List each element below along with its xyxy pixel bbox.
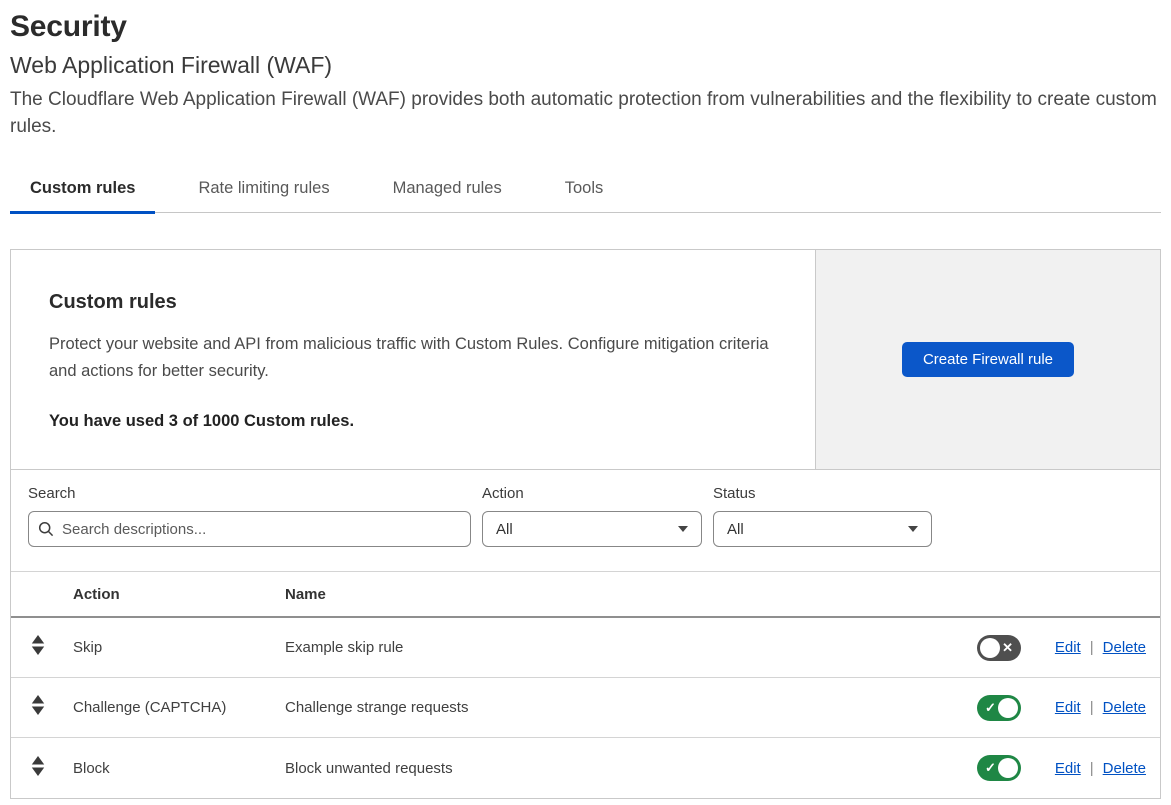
edit-rule-link[interactable]: Edit [1055, 760, 1081, 777]
delete-rule-link[interactable]: Delete [1103, 639, 1146, 656]
usage-summary: You have used 3 of 1000 Custom rules. [49, 412, 355, 430]
status-filter-select[interactable]: All [713, 511, 932, 547]
table-row: Block Block unwanted requests ✓ ✕ Edit |… [11, 738, 1160, 798]
drag-handle-icon[interactable] [31, 755, 45, 777]
search-filter: Search [28, 485, 471, 547]
table-row: Challenge (CAPTCHA) Challenge strange re… [11, 678, 1160, 738]
page-subtitle: Web Application Firewall (WAF) [10, 52, 333, 78]
table-header-row: Action Name [11, 571, 1160, 618]
action-filter-select[interactable]: All [482, 511, 702, 547]
link-separator: | [1089, 639, 1094, 656]
rule-name: Example skip rule [285, 639, 404, 656]
waf-tab-bar: Custom rules Rate limiting rules Managed… [10, 179, 1161, 214]
rule-action: Block [73, 759, 110, 777]
rule-enabled-toggle[interactable]: ✓ ✕ [977, 634, 1021, 661]
status-filter: Status All [713, 485, 932, 547]
tab-rate-limiting-rules[interactable]: Rate limiting rules [178, 179, 349, 212]
chevron-down-icon [908, 526, 918, 532]
search-input-wrap [28, 511, 471, 547]
link-separator: | [1089, 699, 1094, 716]
tab-custom-rules[interactable]: Custom rules [10, 179, 156, 214]
action-filter: Action All [482, 485, 702, 547]
search-label: Search [28, 485, 76, 502]
rule-action: Challenge (CAPTCHA) [73, 699, 227, 716]
table-row: Skip Example skip rule ✓ ✕ Edit | Delete [11, 618, 1160, 678]
cta-panel: Create Firewall rule [815, 250, 1160, 469]
rule-enabled-toggle[interactable]: ✓ ✕ [977, 694, 1021, 721]
column-header-name: Name [285, 585, 326, 603]
link-separator: | [1089, 759, 1094, 777]
edit-rule-link[interactable]: Edit [1055, 639, 1081, 656]
column-header-action: Action [73, 585, 120, 603]
action-filter-label: Action [482, 485, 524, 502]
tab-managed-rules[interactable]: Managed rules [373, 179, 522, 212]
toggle-knob [980, 637, 1000, 658]
page-description: The Cloudflare Web Application Firewall … [10, 89, 1157, 137]
check-icon: ✓ [985, 760, 996, 775]
rule-name: Challenge strange requests [285, 699, 469, 716]
action-filter-value: All [496, 520, 513, 538]
drag-handle-icon[interactable] [31, 694, 45, 716]
drag-handle-icon[interactable] [31, 634, 45, 656]
rules-table: Action Name Skip Example skip rule ✕ Edi… [11, 571, 1160, 798]
custom-rules-info: Custom rules Protect your website and AP… [11, 250, 815, 469]
create-firewall-rule-button[interactable]: Create Firewall rule [901, 342, 1075, 377]
search-input[interactable] [28, 511, 471, 547]
edit-rule-link[interactable]: Edit [1055, 699, 1081, 716]
check-icon: ✓ [985, 699, 996, 715]
delete-rule-link[interactable]: Delete [1103, 760, 1146, 777]
page-title: Security [10, 10, 127, 43]
rule-enabled-toggle[interactable]: ✓ ✕ [977, 755, 1021, 781]
custom-rules-card: Custom rules Protect your website and AP… [10, 249, 1161, 799]
tab-tools[interactable]: Tools [545, 179, 624, 212]
x-icon: ✕ [1002, 639, 1013, 655]
toggle-knob [998, 697, 1018, 718]
toggle-knob [998, 758, 1018, 778]
rule-name: Block unwanted requests [285, 759, 453, 777]
status-filter-value: All [727, 520, 744, 538]
page-header: Security Web Application Firewall (WAF) … [0, 0, 1171, 140]
security-waf-page: Security Web Application Firewall (WAF) … [0, 0, 1171, 805]
rule-action: Skip [73, 639, 103, 656]
status-filter-label: Status [713, 485, 756, 502]
card-heading: Custom rules [49, 291, 177, 313]
delete-rule-link[interactable]: Delete [1103, 699, 1146, 716]
card-description: Protect your website and API from malici… [49, 335, 769, 380]
chevron-down-icon [678, 526, 688, 532]
rules-filter-bar: Search Action All Status [11, 469, 1160, 571]
custom-rules-summary: Custom rules Protect your website and AP… [11, 250, 1160, 469]
